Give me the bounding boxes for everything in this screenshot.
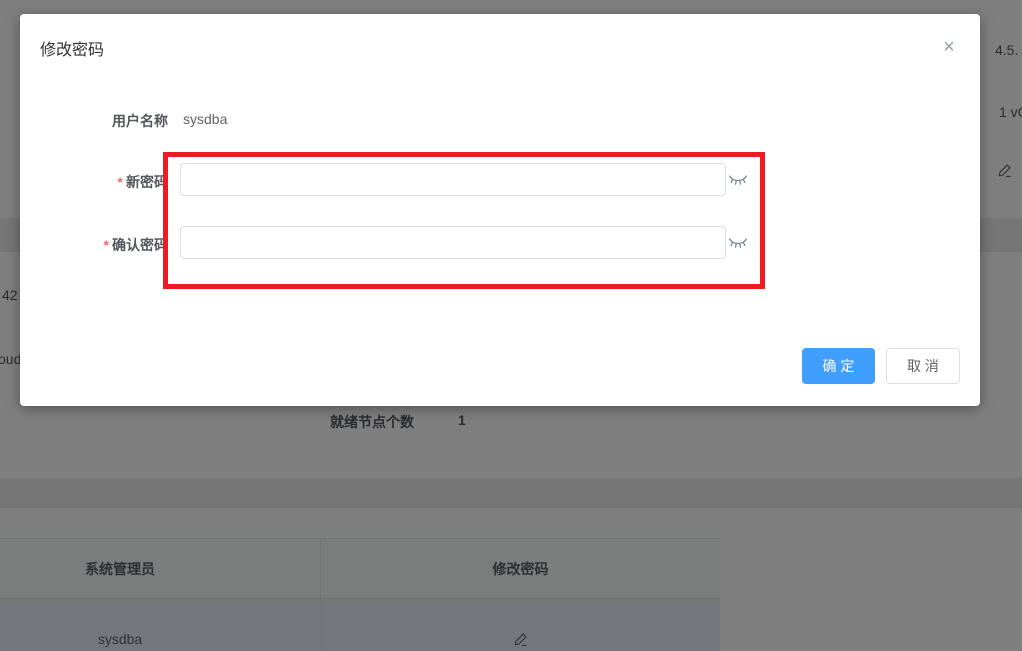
confirm-password-input[interactable] bbox=[180, 226, 726, 259]
confirm-button[interactable]: 确 定 bbox=[802, 348, 875, 384]
eye-closed-icon[interactable] bbox=[726, 233, 750, 253]
cancel-button[interactable]: 取 消 bbox=[886, 348, 960, 384]
eye-closed-icon[interactable] bbox=[726, 170, 750, 190]
username-value: sysdba bbox=[183, 111, 227, 127]
change-password-dialog: 修改密码 × 用户名称 sysdba *新密码 *确认密码 bbox=[20, 14, 980, 406]
dialog-footer: 确 定 取 消 bbox=[802, 348, 960, 384]
page: 42 oud 4.5. 1 vC 就绪节点个数 1 系统管理员 修改密码 sys… bbox=[0, 0, 1022, 651]
dialog-title: 修改密码 bbox=[40, 36, 104, 60]
required-mark: * bbox=[118, 174, 123, 190]
close-icon[interactable]: × bbox=[938, 36, 960, 58]
required-mark: * bbox=[104, 237, 109, 253]
confirm-password-label: *确认密码 bbox=[20, 235, 168, 255]
new-password-label: *新密码 bbox=[20, 172, 168, 192]
new-password-input[interactable] bbox=[180, 163, 726, 196]
username-label: 用户名称 bbox=[20, 111, 168, 131]
